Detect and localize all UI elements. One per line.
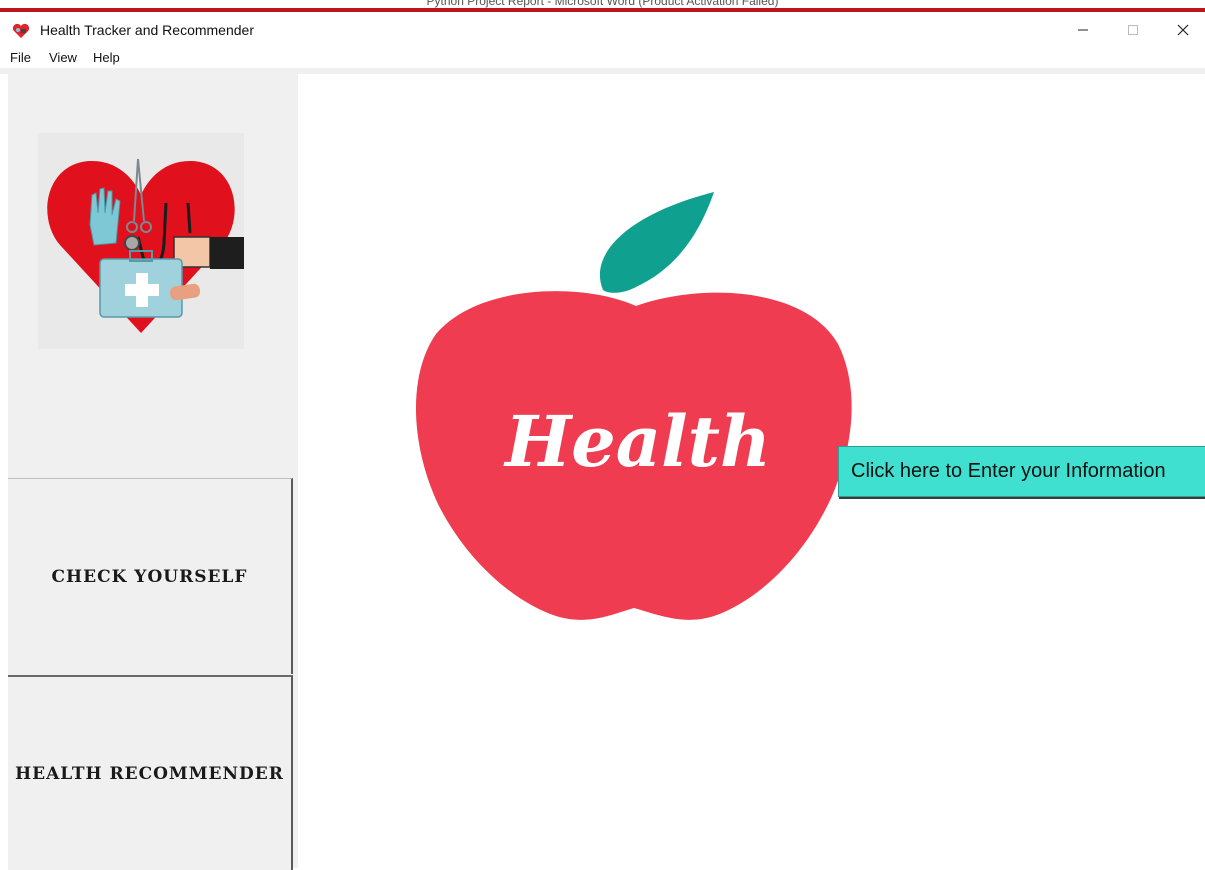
sidebar: CHECK YOURSELF HEALTH RECOMMENDER [8,74,298,870]
close-icon [1177,24,1189,36]
menu-file[interactable]: File [10,50,31,65]
health-recommender-button[interactable]: HEALTH RECOMMENDER [8,675,293,870]
maximize-button[interactable] [1108,14,1158,46]
background-window-strip: Python Project Report - Microsoft Word (… [0,0,1205,14]
check-yourself-button[interactable]: CHECK YOURSELF [8,478,293,674]
main-panel: Health Click here to Enter your Informat… [298,74,1205,868]
menu-help[interactable]: Help [93,50,120,65]
health-apple-graphic: Health [415,192,852,620]
apple-leaf [599,192,714,293]
medical-heart-logo [38,133,244,349]
background-window-accent-bar [0,8,1205,12]
enter-information-button[interactable]: Click here to Enter your Information [838,446,1205,497]
window-title: Health Tracker and Recommender [40,22,254,38]
title-bar[interactable]: Health Tracker and Recommender [0,14,1205,46]
menu-view[interactable]: View [49,50,77,65]
background-window-title: Python Project Report - Microsoft Word (… [426,0,779,8]
medical-heart-logo-image [47,158,244,333]
minimize-icon [1078,29,1088,31]
minimize-button[interactable] [1058,14,1108,46]
maximize-icon [1128,25,1138,35]
heart-logo-icon [12,23,30,38]
apple-health-text: Health [503,400,771,483]
menu-bar: File View Help [0,46,1205,68]
close-button[interactable] [1158,14,1205,46]
